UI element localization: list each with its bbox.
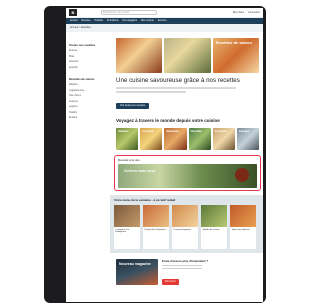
nav-item-account[interactable]: Mon compte	[141, 20, 154, 22]
nav-item-promotions[interactable]: Promotions	[107, 20, 119, 22]
banner-text: Cuisinez avec nous	[124, 169, 156, 173]
recipe-card[interactable]: Lasagnes à la bolognaise	[114, 205, 140, 249]
nav-item-home[interactable]: Accueil	[70, 20, 77, 22]
category-label: Italienne	[118, 130, 129, 133]
sidebar-title-season: Recettes de saison	[69, 77, 95, 81]
nav-item-stores[interactable]: Nos magasins	[123, 20, 138, 22]
nav-item-products[interactable]: Produits	[94, 20, 102, 22]
travel-section-title: Voyagez à travers le monde depuis votre …	[116, 118, 220, 123]
main-content: Recettes de saison Une cuisine savoureus…	[110, 38, 263, 287]
all-recipes-button[interactable]: Voir toutes les recettes	[116, 102, 150, 109]
featured-title: Recette à la une	[118, 158, 140, 162]
site-logo[interactable]: B	[69, 9, 77, 16]
search-input[interactable]: Rechercher une recette	[101, 10, 157, 15]
recipe-card[interactable]: Curry de légumes	[172, 205, 198, 249]
hero-image-1[interactable]	[116, 38, 163, 73]
weekly-menu-section: Votre menu de la semaine - à un tarif ré…	[110, 195, 263, 253]
sidebar-item[interactable]: Healthy	[69, 111, 111, 114]
sidebar-item[interactable]: Végétariennes	[69, 89, 111, 92]
promo-title: Envie d'encore plus d'inspiration ?	[162, 259, 209, 263]
magazine-text: Nouveau magazine	[119, 262, 151, 266]
category-label: Asiatique	[142, 130, 154, 133]
sidebar-item[interactable]: Enfants	[69, 116, 111, 119]
featured-banner[interactable]: Cuisinez avec nous	[118, 164, 257, 188]
weekly-menu-title: Votre menu de la semaine - à un tarif ré…	[114, 198, 176, 202]
hero-images: Recettes de saison	[116, 38, 259, 73]
category-label: Grecque	[238, 130, 250, 133]
header-link-lists[interactable]: Mes listes	[233, 11, 244, 14]
page-title: Une cuisine savoureuse grâce à nos recet…	[116, 77, 240, 84]
header-link-login[interactable]: Connexion	[248, 11, 260, 14]
category-label: Mexicaine	[166, 130, 179, 133]
sidebar-item[interactable]: Festives	[69, 100, 111, 103]
hero-image-3[interactable]: Recettes de saison	[212, 38, 259, 73]
hero-overlay-text: Recettes de saison	[215, 40, 252, 45]
promo-section: Nouveau magazine Envie d'encore plus d'i…	[116, 259, 259, 287]
recipe-card[interactable]: Tajine aux abricots	[230, 205, 256, 249]
intro-text	[116, 87, 236, 89]
recipe-card[interactable]: Poulet rôti et légumes	[143, 205, 169, 249]
sidebar: Toutes nos recettes Entrées Plats Desser…	[69, 43, 111, 122]
nav-item-recipes[interactable]: Recettes	[81, 20, 90, 22]
hero-image-2[interactable]	[164, 38, 211, 73]
intro-text	[116, 91, 186, 93]
category-label: Orientale	[190, 130, 202, 133]
category-card[interactable]: Grecque	[236, 128, 260, 150]
category-label: Française	[214, 130, 227, 133]
recipe-card-title: Tajine aux abricots	[231, 228, 250, 231]
sidebar-item[interactable]: Entrées	[69, 49, 111, 52]
featured-recipe-section: Recette à la une Cuisinez avec nous	[114, 155, 261, 191]
category-list: Italienne Asiatique Mexicaine Orientale …	[116, 128, 260, 150]
recipe-card-title: Poulet rôti et légumes	[144, 228, 166, 231]
sidebar-item[interactable]: Apéritifs	[69, 66, 111, 69]
category-card[interactable]: Française	[212, 128, 235, 150]
nav-item-services[interactable]: Services	[158, 20, 167, 22]
top-header: B Rechercher une recette Mes listes Conn…	[66, 8, 263, 18]
category-card[interactable]: Mexicaine	[164, 128, 187, 150]
sidebar-item[interactable]: Desserts	[69, 60, 111, 63]
recipe-card-title: Curry de légumes	[173, 228, 191, 231]
browser-viewport: B Rechercher une recette Mes listes Conn…	[66, 8, 263, 302]
sidebar-item[interactable]: Plats	[69, 55, 111, 58]
dish-image	[235, 168, 249, 182]
sidebar-item[interactable]: Pas chères	[69, 94, 111, 97]
sidebar-title-all: Toutes nos recettes	[69, 43, 96, 47]
recipe-card[interactable]: Salade de saison	[201, 205, 227, 249]
sidebar-item[interactable]: Légères	[69, 105, 111, 108]
discover-button[interactable]: Découvrir	[162, 278, 179, 285]
category-card[interactable]: Asiatique	[140, 128, 163, 150]
recipe-card-title: Salade de saison	[202, 228, 220, 231]
magazine-image[interactable]: Nouveau magazine	[116, 259, 158, 285]
recipe-card-title: Lasagnes à la bolognaise	[115, 228, 130, 234]
breadcrumb: Accueil > Recettes	[66, 24, 263, 32]
category-card[interactable]: Orientale	[188, 128, 211, 150]
sidebar-item[interactable]: Rapides	[69, 83, 111, 86]
category-card[interactable]: Italienne	[116, 128, 139, 150]
